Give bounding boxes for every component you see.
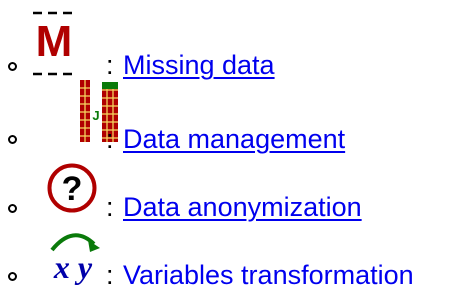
bullet-icon bbox=[8, 204, 17, 213]
list-item: M : Missing data bbox=[0, 0, 451, 79]
svg-text:x y: x y bbox=[53, 249, 93, 285]
separator: : bbox=[106, 50, 114, 80]
topic-list: M : Missing data J: Data management ?:… bbox=[0, 0, 451, 290]
svg-text:M: M bbox=[36, 17, 73, 66]
separator: : bbox=[106, 260, 114, 290]
data-anonymization-link[interactable]: Data anonymization bbox=[123, 194, 362, 221]
list-item: J : Data management bbox=[0, 80, 451, 153]
variables-transformation-link[interactable]: Variables transformation bbox=[123, 262, 414, 289]
svg-text:?: ? bbox=[62, 170, 83, 208]
data-anonymization-icon: ? bbox=[47, 163, 97, 213]
missing-data-link[interactable]: Missing data bbox=[123, 52, 275, 79]
separator: : bbox=[106, 192, 114, 222]
variables-transformation-icon: x y bbox=[50, 233, 100, 285]
list-item: x y : Variables transformation bbox=[0, 218, 451, 290]
separator: : bbox=[106, 124, 114, 154]
bullet-icon bbox=[8, 62, 17, 71]
list-item: ? : Data anonymization bbox=[0, 150, 451, 222]
bullet-icon bbox=[8, 135, 17, 144]
data-management-link[interactable]: Data management bbox=[123, 126, 345, 153]
missing-data-icon: M bbox=[33, 11, 75, 76]
svg-text:J: J bbox=[92, 108, 99, 123]
bullet-icon bbox=[8, 272, 17, 281]
